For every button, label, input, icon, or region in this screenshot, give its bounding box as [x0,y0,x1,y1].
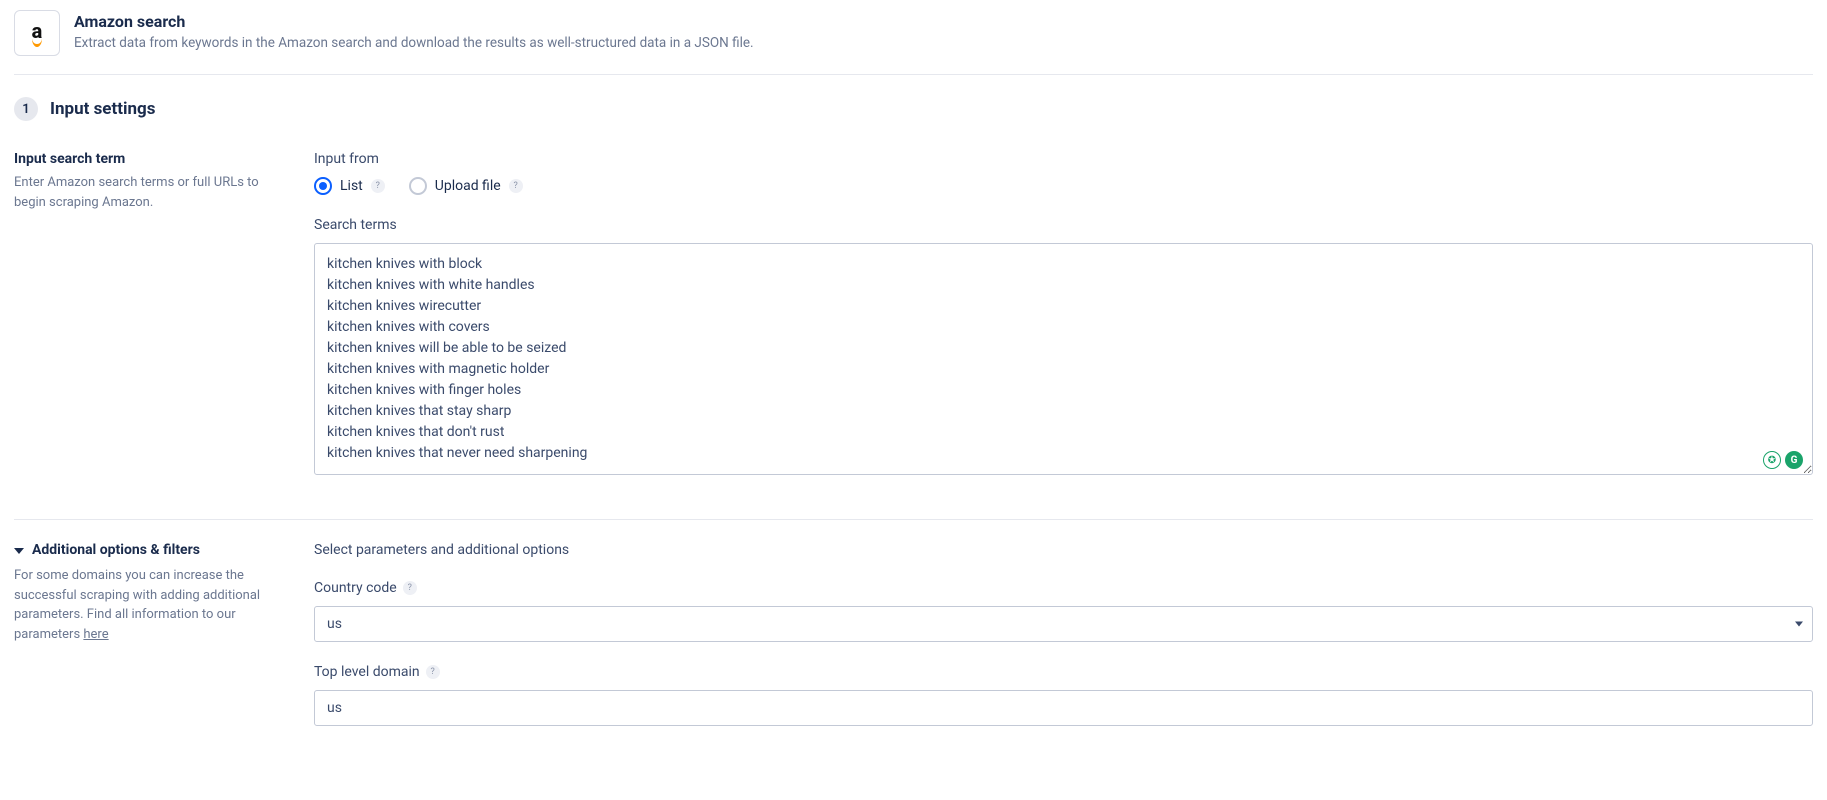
help-icon[interactable]: ? [403,581,417,595]
tld-label-text: Top level domain [314,664,420,680]
step-badge: 1 [14,97,38,121]
amazon-logo-icon: a [14,10,60,56]
radio-upload-label: Upload file [435,178,501,194]
page-description: Extract data from keywords in the Amazon… [74,35,754,51]
chevron-down-icon [14,548,24,554]
radio-icon [409,177,427,195]
additional-desc-text: For some domains you can increase the su… [14,568,260,642]
tld-input[interactable] [314,690,1813,726]
input-search-term-title: Input search term [14,151,286,167]
select-parameters-label: Select parameters and additional options [314,542,1813,558]
grammarly-icon[interactable]: G [1785,451,1803,469]
radio-upload-file[interactable]: Upload file ? [409,177,523,195]
section-header: 1 Input settings [14,97,1813,121]
parameters-link[interactable]: here [83,627,108,642]
lightbulb-icon[interactable]: ✪ [1763,451,1781,469]
radio-icon [314,177,332,195]
divider [14,519,1813,520]
input-from-radio-group: List ? Upload file ? [314,177,1813,195]
section-title: Input settings [50,99,155,119]
input-search-term-desc: Enter Amazon search terms or full URLs t… [14,173,286,212]
radio-list-label: List [340,178,363,194]
additional-options-toggle[interactable]: Additional options & filters [14,542,286,558]
additional-options-title: Additional options & filters [32,542,200,558]
amazon-logo-letter: a [32,21,43,45]
grammarly-badges: ✪ G [1763,451,1803,469]
help-icon[interactable]: ? [426,665,440,679]
help-icon[interactable]: ? [371,179,385,193]
search-terms-label: Search terms [314,217,1813,233]
additional-options-desc: For some domains you can increase the su… [14,566,286,644]
tld-label: Top level domain ? [314,664,1813,680]
country-code-label: Country code ? [314,580,1813,596]
country-code-select[interactable]: us [314,606,1813,642]
radio-list[interactable]: List ? [314,177,385,195]
search-terms-input[interactable] [314,243,1813,475]
page-title: Amazon search [74,12,754,31]
input-from-label: Input from [314,151,1813,167]
page-header: a Amazon search Extract data from keywor… [14,10,1813,75]
help-icon[interactable]: ? [509,179,523,193]
input-from-label-text: Input from [314,151,379,167]
country-code-label-text: Country code [314,580,397,596]
